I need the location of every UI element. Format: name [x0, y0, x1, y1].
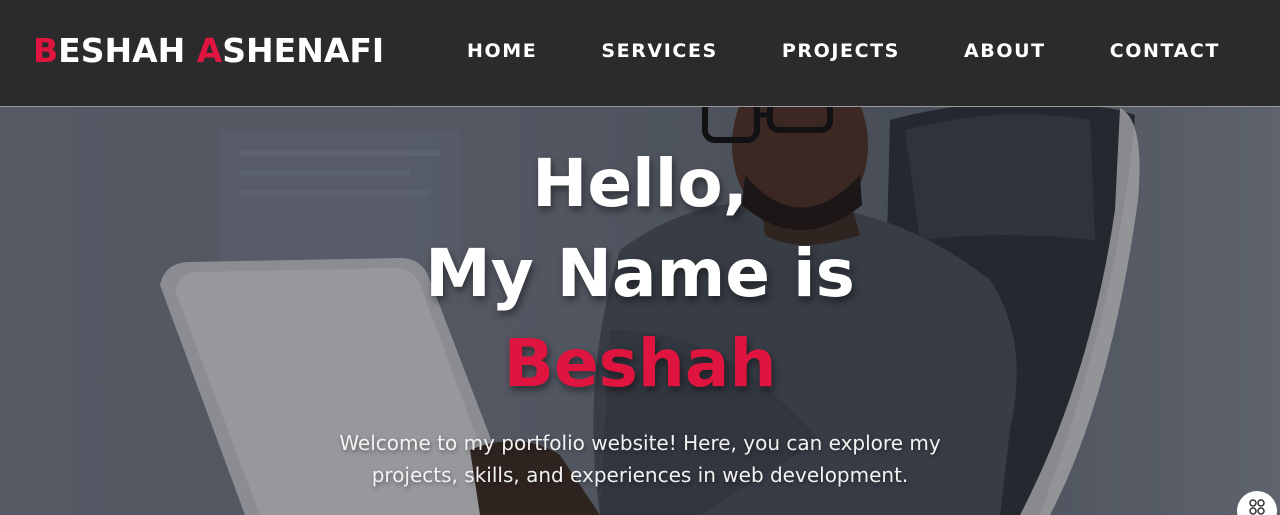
navbar: BESHAH ASHENAFI HOME SERVICES PROJECTS A…	[0, 0, 1280, 107]
logo-last-rest: SHENAFI	[222, 31, 385, 70]
nav-projects[interactable]: PROJECTS	[782, 40, 900, 62]
hero-name: Beshah	[503, 325, 777, 402]
nav-contact[interactable]: CONTACT	[1110, 40, 1220, 62]
welcome-line-2: projects, skills, and experiences in web…	[371, 463, 909, 487]
nav-services[interactable]: SERVICES	[601, 40, 717, 62]
nav-home[interactable]: HOME	[467, 40, 537, 62]
logo-first-initial: B	[33, 31, 59, 70]
welcome-line-1: Welcome to my portfolio website! Here, y…	[339, 431, 941, 455]
logo-first-rest: ESHAH	[58, 31, 197, 70]
main-nav: HOME SERVICES PROJECTS ABOUT CONTACT	[403, 40, 1220, 62]
apps-icon	[1249, 499, 1265, 515]
hero-greeting: Hello,	[532, 145, 748, 222]
site-logo[interactable]: BESHAH ASHENAFI	[33, 31, 384, 70]
logo-last-initial: A	[196, 31, 223, 70]
nav-about[interactable]: ABOUT	[964, 40, 1046, 62]
hero-name-intro: My Name is	[425, 235, 855, 312]
hero-section: Hello, My Name is Beshah Welcome to my p…	[0, 107, 1280, 515]
hero-welcome-text: Welcome to my portfolio website! Here, y…	[0, 427, 1280, 491]
